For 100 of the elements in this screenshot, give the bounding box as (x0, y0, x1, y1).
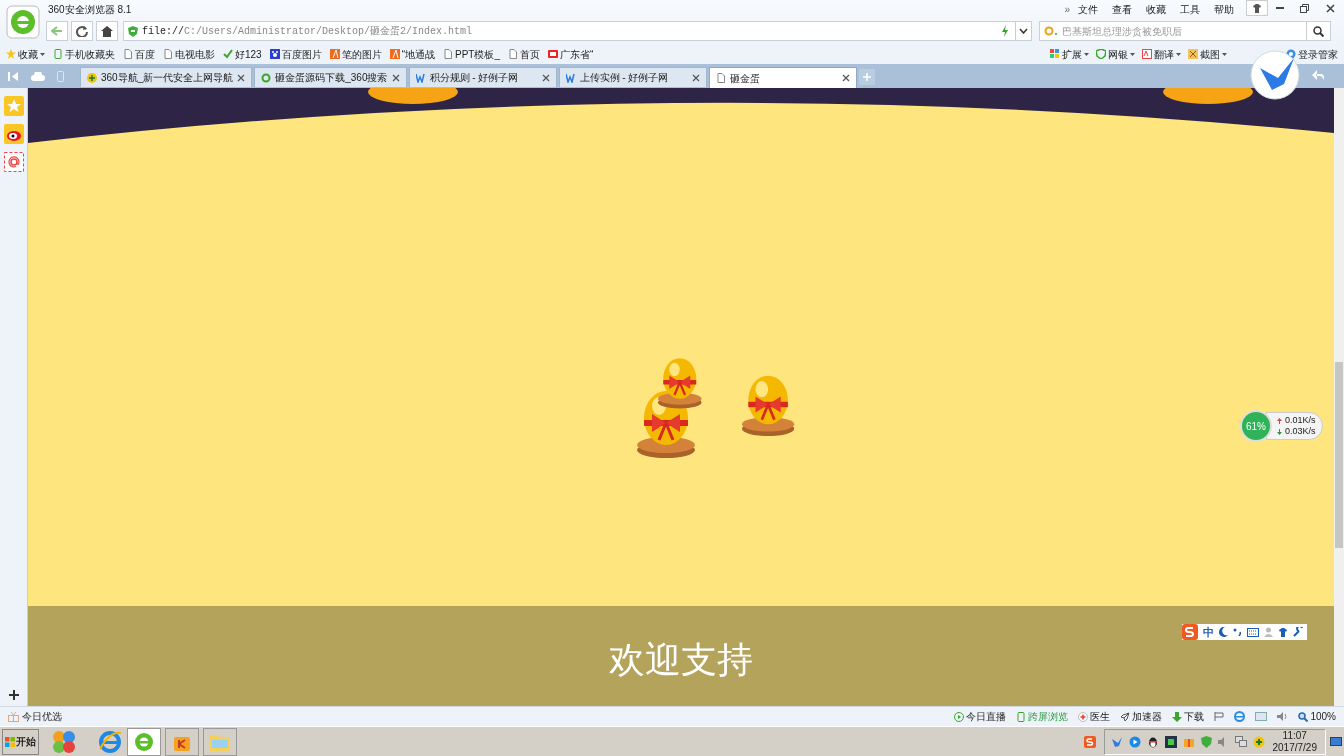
ime-toolbar[interactable]: 中 (1182, 624, 1307, 640)
clock-time: 11:07 (1282, 729, 1307, 742)
pen-icon (329, 49, 340, 59)
undo-icon[interactable] (1312, 70, 1324, 80)
refresh-button[interactable] (71, 21, 93, 41)
bookmark-item[interactable]: PPT模板_ (443, 46, 501, 62)
ime-logo-icon[interactable] (1083, 735, 1096, 748)
colorful-circles-icon[interactable] (51, 728, 77, 755)
dropdown-button[interactable] (1015, 22, 1031, 40)
check-icon (223, 49, 233, 59)
window-icon[interactable] (1255, 712, 1268, 721)
pen-icon (389, 49, 400, 59)
bookmark-item[interactable]: 首页 (508, 46, 541, 62)
address-bar[interactable]: file://C:/Users/Administrator/Desktop/砸金蛋2/Index.html (123, 21, 1032, 41)
today-picks-link[interactable]: 今日优选 (22, 709, 62, 724)
search-field[interactable]: 巴基斯坦总理涉贪被免职后 (1039, 21, 1331, 41)
status-bar-button[interactable]: 医生 (1078, 709, 1111, 724)
bookmark-item[interactable]: 手机收藏夹 (53, 46, 115, 62)
shield-icon (128, 25, 138, 37)
menu-item[interactable]: 查看 (1112, 1, 1132, 17)
shield-icon[interactable] (1200, 735, 1212, 748)
browser-tab[interactable]: 上传实例 - 好例子网 (558, 67, 707, 87)
network-icon[interactable] (1234, 736, 1247, 747)
lightning-icon[interactable] (1001, 25, 1009, 37)
sidebar-toggle-icon[interactable] (8, 71, 19, 81)
url-scheme: file:// (142, 25, 184, 37)
user-icon[interactable] (1264, 627, 1273, 637)
bookmark-item[interactable]: 百度图片 (269, 46, 322, 62)
eye-logo-icon[interactable] (3, 124, 24, 144)
skin-button[interactable] (1246, 0, 1268, 16)
speaker-icon[interactable] (1277, 712, 1289, 721)
browser-tab[interactable]: 360导航_新一代安全上网导航 (80, 67, 253, 87)
tv-icon (548, 49, 559, 59)
page-icon (163, 49, 173, 59)
bookmark-item[interactable]: “地通战 (389, 46, 436, 62)
folder-taskbar-button[interactable] (203, 727, 237, 756)
download-icon (1172, 711, 1183, 722)
ime-mode[interactable]: 中 (1203, 623, 1214, 641)
browser-taskbar-button[interactable] (127, 727, 161, 756)
penguin-icon[interactable] (1146, 735, 1159, 748)
moon-icon[interactable] (1219, 627, 1228, 637)
play-circle-icon[interactable] (1128, 735, 1141, 748)
scrollbar-thumb[interactable] (1335, 362, 1343, 548)
search-input[interactable]: 巴基斯坦总理涉贪被免职后 (1062, 23, 1306, 39)
close-tab-button[interactable] (691, 73, 700, 82)
keyboard-icon[interactable] (1247, 627, 1259, 637)
close-tab-button[interactable] (391, 73, 400, 82)
browser-tab[interactable]: 积分规则 - 好例子网 (408, 67, 557, 87)
menu-item[interactable]: 工具 (1180, 1, 1200, 17)
extension-button[interactable]: 网银 (1096, 46, 1135, 62)
shirt-icon[interactable] (1278, 627, 1288, 637)
bookmark-item[interactable]: 百度 (123, 46, 155, 62)
cloud-icon[interactable] (31, 71, 45, 81)
bookmark-item[interactable]: 广东省“ (548, 46, 594, 62)
menu-item[interactable]: 文件 (1078, 1, 1098, 17)
caret-icon (1222, 52, 1227, 56)
extension-button[interactable]: 翻译 (1142, 46, 1181, 62)
flag-icon[interactable] (1214, 712, 1225, 721)
ie-icon[interactable] (1234, 711, 1246, 722)
browser-tab[interactable]: 砸金蛋源码下载_360搜索 (254, 67, 407, 87)
download-speed: 0.03K/s (1285, 426, 1316, 437)
caret-icon (1130, 52, 1135, 56)
chip-icon[interactable] (1164, 735, 1177, 748)
bookmark-item[interactable]: 笔的图片 (329, 46, 382, 62)
music-taskbar-button[interactable] (165, 727, 199, 756)
browser-logo-icon[interactable] (6, 5, 40, 39)
close-tab-button[interactable] (541, 73, 550, 82)
extension-button[interactable]: 扩展 (1050, 46, 1089, 62)
scrollbar[interactable] (1334, 88, 1344, 706)
gift-icon[interactable] (8, 711, 19, 722)
zoom-icon[interactable] (1298, 711, 1309, 722)
chevron-down-icon (1019, 28, 1028, 34)
menu-item[interactable]: 帮助 (1214, 1, 1234, 17)
zoom-level[interactable]: 100% (1310, 709, 1336, 724)
ie-icon[interactable] (97, 728, 123, 755)
status-bar-button[interactable]: 下载 (1172, 709, 1205, 724)
status-bar-button[interactable]: 今日直播 (954, 709, 1007, 724)
show-desktop-icon[interactable] (1330, 736, 1342, 747)
bookmark-item[interactable]: 收藏 (6, 46, 45, 62)
at-sign-icon[interactable] (3, 152, 24, 172)
menu-item[interactable]: 收藏 (1146, 1, 1166, 17)
golden-egg-drawing[interactable] (742, 375, 795, 436)
paw-icon (269, 49, 280, 59)
extension-button[interactable]: 截图 (1188, 46, 1227, 62)
wrench-icon[interactable] (1293, 627, 1303, 637)
close-tab-button[interactable] (841, 74, 850, 82)
grid-icon (1050, 49, 1060, 59)
bookmark-item[interactable]: 电视电影 (163, 46, 215, 62)
browser-tab[interactable]: 砸金蛋 (708, 67, 857, 88)
network-monitor[interactable]: 61% 0.01K/s 0.03K/s (1240, 410, 1323, 442)
status-bar-button[interactable]: 加速器 (1120, 709, 1163, 724)
close-tab-button[interactable] (237, 73, 246, 82)
more-menu-button[interactable]: » (1064, 1, 1070, 17)
punctuation-icon[interactable] (1233, 628, 1242, 636)
add-icon[interactable] (8, 690, 19, 700)
start-button[interactable]: 开始 (2, 728, 39, 755)
search-engine-icon (1044, 26, 1058, 36)
bookmark-item[interactable]: 好123 (223, 46, 262, 62)
golden-egg-drawing[interactable] (658, 358, 702, 409)
home-button[interactable] (96, 21, 118, 41)
